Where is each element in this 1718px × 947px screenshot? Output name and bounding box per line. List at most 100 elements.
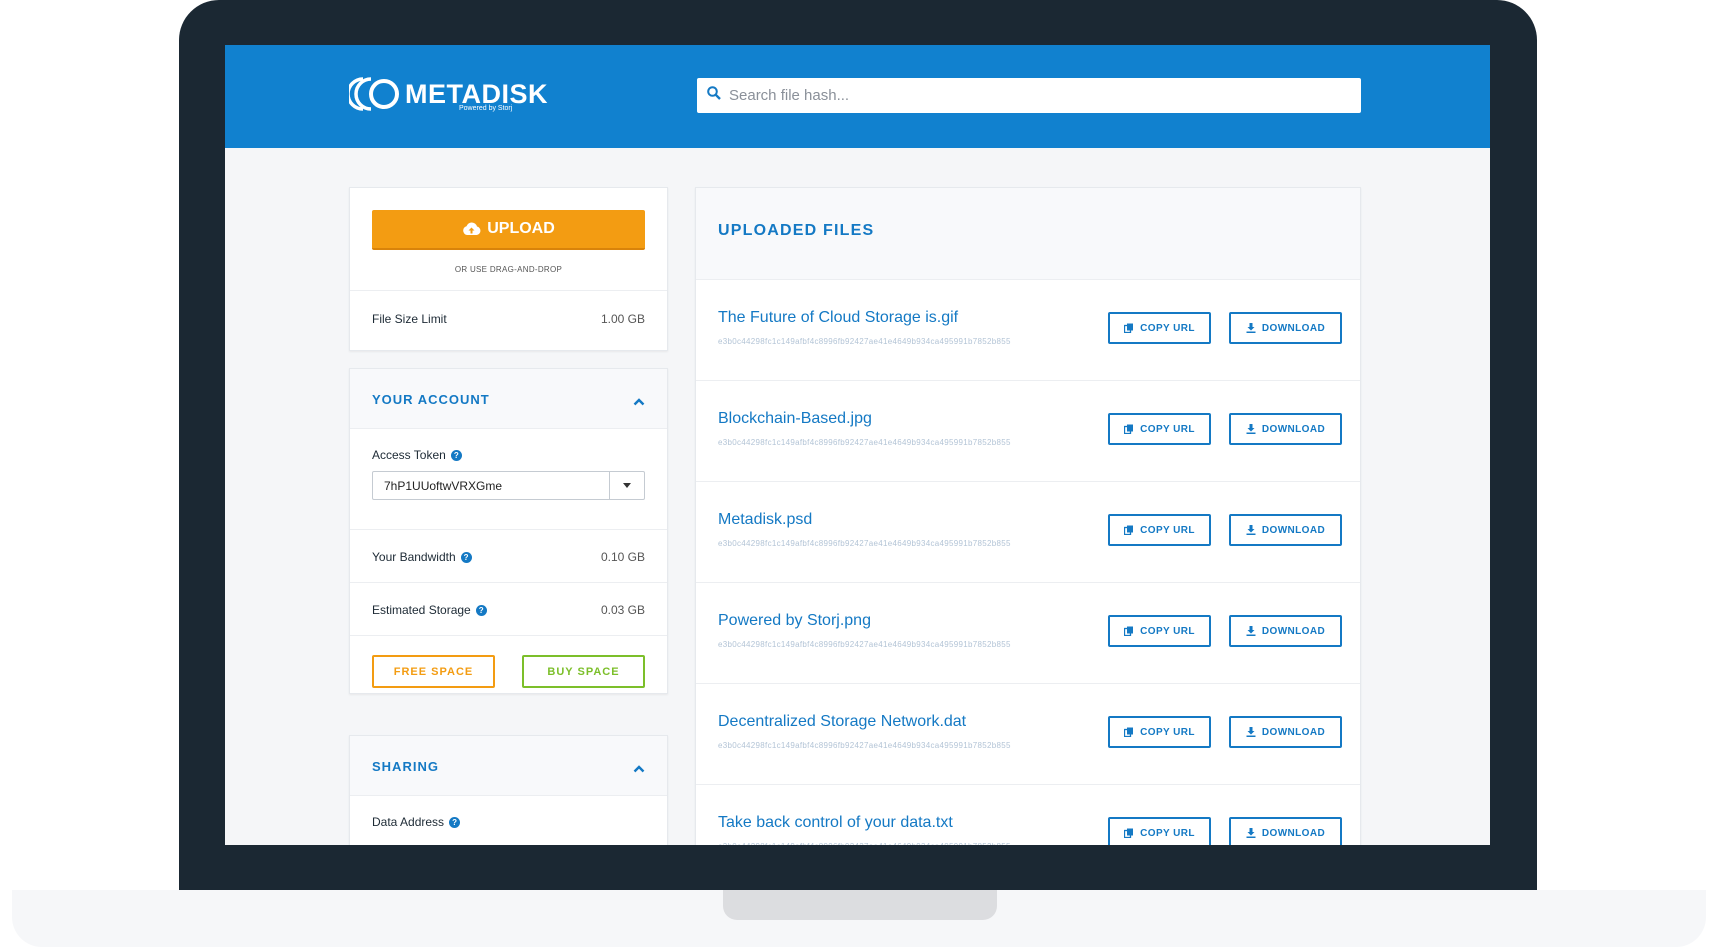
copy-url-button[interactable]: COPY URL — [1108, 615, 1211, 647]
download-label: DOWNLOAD — [1261, 524, 1326, 536]
file-hash: e3b0c44298fc1c149afbf4c8996fb92427ae41e4… — [718, 438, 1011, 447]
uploaded-files-title: UPLOADED FILES — [718, 222, 875, 239]
search-icon — [707, 86, 721, 105]
divider — [350, 635, 667, 636]
copy-icon — [1124, 727, 1134, 737]
download-button[interactable]: DOWNLOAD — [1229, 413, 1342, 445]
cloud-upload-icon — [462, 222, 481, 236]
file-name[interactable]: The Future of Cloud Storage is.gif — [718, 309, 958, 327]
download-icon — [1246, 828, 1256, 838]
download-button[interactable]: DOWNLOAD — [1229, 615, 1342, 647]
file-size-limit-value: 1.00 GB — [600, 312, 645, 326]
account-section-header[interactable]: YOUR ACCOUNT — [350, 369, 667, 429]
file-hash: e3b0c44298fc1c149afbf4c8996fb92427ae41e4… — [718, 640, 1011, 649]
file-name[interactable]: Decentralized Storage Network.dat — [718, 713, 966, 731]
file-row: Take back control of your data.txt e3b0c4… — [696, 784, 1360, 845]
help-icon[interactable]: ? — [475, 605, 487, 617]
copy-url-button[interactable]: COPY URL — [1108, 514, 1211, 546]
sharing-title: SHARING — [372, 759, 439, 774]
download-button[interactable]: DOWNLOAD — [1229, 716, 1342, 748]
file-row: Blockchain-Based.jpg e3b0c44298fc1c149afb… — [696, 380, 1360, 481]
help-icon[interactable]: ? — [449, 817, 461, 829]
copy-icon — [1124, 626, 1134, 636]
upload-button[interactable]: UPLOAD — [372, 210, 645, 250]
buy-space-button[interactable]: BUY SPACE — [522, 655, 645, 688]
file-hash: e3b0c44298fc1c149afbf4c8996fb92427ae41e4… — [718, 337, 1011, 346]
copy-url-button[interactable]: COPY URL — [1108, 413, 1211, 445]
download-button[interactable]: DOWNLOAD — [1229, 312, 1342, 344]
data-address-label: Data Address? — [372, 815, 461, 829]
chevron-up-icon[interactable] — [633, 393, 645, 411]
download-label: DOWNLOAD — [1261, 423, 1326, 435]
app-screen: METADISK Powered by Storj UPLOAD OR USE … — [225, 45, 1490, 845]
copy-url-label: COPY URL — [1140, 726, 1195, 738]
file-name[interactable]: Powered by Storj.png — [718, 612, 871, 630]
access-token-value: 7hP1UUoftwVRXGme — [384, 478, 503, 493]
file-hash: e3b0c44298fc1c149afbf4c8996fb92427ae41e4… — [718, 842, 1011, 845]
sharing-card: SHARING Data Address? — [349, 735, 668, 845]
uploaded-files-card: UPLOADED FILES The Future of Cloud Stora… — [695, 187, 1361, 845]
access-token-label-text: Access Token — [372, 448, 446, 462]
copy-url-label: COPY URL — [1140, 322, 1195, 334]
copy-url-label: COPY URL — [1140, 625, 1195, 637]
access-token-select[interactable]: 7hP1UUoftwVRXGme — [372, 471, 645, 500]
search-input[interactable] — [729, 87, 1329, 104]
file-name[interactable]: Blockchain-Based.jpg — [718, 410, 872, 428]
account-card: YOUR ACCOUNT Access Token? 7hP1UUoftwVRX… — [349, 368, 668, 694]
download-icon — [1246, 727, 1256, 737]
copy-url-button[interactable]: COPY URL — [1108, 817, 1211, 845]
upload-label: UPLOAD — [487, 220, 555, 237]
copy-url-label: COPY URL — [1140, 423, 1195, 435]
chevron-up-icon[interactable] — [633, 760, 645, 778]
file-hash: e3b0c44298fc1c149afbf4c8996fb92427ae41e4… — [718, 741, 1011, 750]
logo-subtitle: Powered by Storj — [459, 105, 513, 112]
download-icon — [1246, 525, 1256, 535]
laptop-notch — [723, 890, 997, 920]
file-row: Metadisk.psd e3b0c44298fc1c149afbf4c8996f… — [696, 481, 1360, 582]
copy-url-label: COPY URL — [1140, 827, 1195, 839]
file-size-limit-label: File Size Limit — [372, 312, 447, 326]
download-label: DOWNLOAD — [1261, 726, 1326, 738]
upload-card: UPLOAD OR USE DRAG-AND-DROP File Size Li… — [349, 187, 668, 351]
download-icon — [1246, 626, 1256, 636]
divider — [350, 529, 667, 530]
sharing-section-header[interactable]: SHARING — [350, 736, 667, 796]
caret-down-icon[interactable] — [609, 472, 644, 499]
copy-icon — [1124, 424, 1134, 434]
storage-value: 0.03 GB — [600, 603, 645, 617]
file-name[interactable]: Metadisk.psd — [718, 511, 812, 529]
file-row: The Future of Cloud Storage is.gif e3b0c4… — [696, 279, 1360, 380]
copy-icon — [1124, 828, 1134, 838]
account-title: YOUR ACCOUNT — [372, 392, 490, 407]
copy-icon — [1124, 323, 1134, 333]
download-button[interactable]: DOWNLOAD — [1229, 817, 1342, 845]
bandwidth-label: Your Bandwidth? — [372, 550, 472, 564]
file-row: Decentralized Storage Network.dat e3b0c44… — [696, 683, 1360, 784]
metadisk-logo-icon — [346, 75, 401, 113]
top-bar: METADISK Powered by Storj — [225, 45, 1490, 148]
download-label: DOWNLOAD — [1261, 625, 1326, 637]
logo-text: METADISK — [405, 79, 548, 109]
copy-url-button[interactable]: COPY URL — [1108, 312, 1211, 344]
bandwidth-label-text: Your Bandwidth — [372, 550, 456, 564]
help-icon[interactable]: ? — [460, 552, 472, 564]
file-name[interactable]: Take back control of your data.txt — [718, 814, 953, 832]
data-address-label-text: Data Address — [372, 815, 445, 829]
free-space-button[interactable]: FREE SPACE — [372, 655, 495, 688]
download-label: DOWNLOAD — [1261, 322, 1326, 334]
access-token-label: Access Token? — [372, 448, 462, 462]
divider — [350, 290, 667, 291]
file-hash: e3b0c44298fc1c149afbf4c8996fb92427ae41e4… — [718, 539, 1011, 548]
copy-url-button[interactable]: COPY URL — [1108, 716, 1211, 748]
download-icon — [1246, 323, 1256, 333]
bandwidth-value: 0.10 GB — [600, 550, 645, 564]
search-bar — [697, 78, 1361, 113]
copy-icon — [1124, 525, 1134, 535]
metadisk-logo[interactable]: METADISK Powered by Storj — [346, 75, 548, 113]
storage-label: Estimated Storage? — [372, 603, 487, 617]
storage-label-text: Estimated Storage — [372, 603, 471, 617]
help-icon[interactable]: ? — [450, 450, 462, 462]
download-button[interactable]: DOWNLOAD — [1229, 514, 1342, 546]
copy-url-label: COPY URL — [1140, 524, 1195, 536]
download-icon — [1246, 424, 1256, 434]
